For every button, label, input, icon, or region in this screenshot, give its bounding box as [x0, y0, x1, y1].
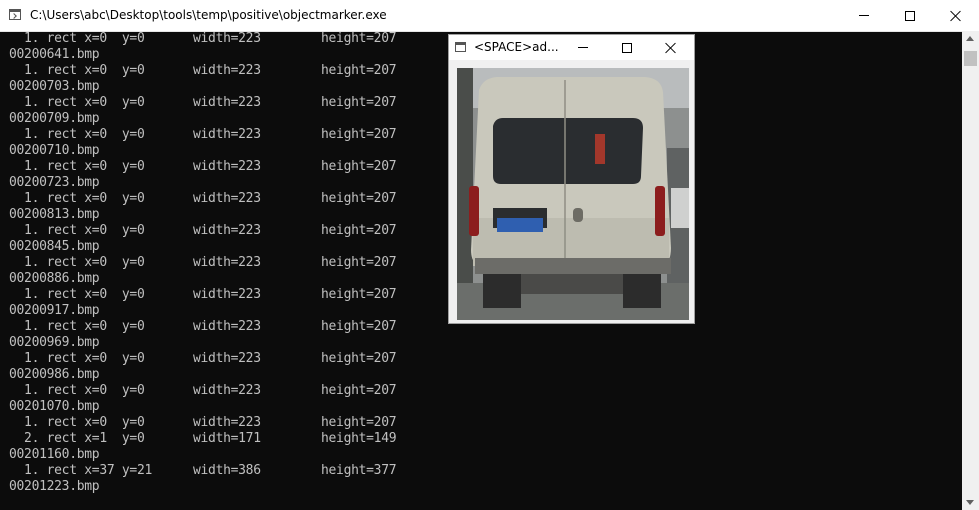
rect-height-text: height=207	[321, 351, 397, 366]
rect-width-text: width=223	[193, 319, 261, 334]
rect-width-text: width=171	[193, 431, 261, 446]
console-app-icon[interactable]	[9, 9, 21, 20]
console-line-text: 00200709.bmp	[9, 111, 100, 126]
console-line-text: 00201070.bmp	[9, 399, 100, 414]
rect-height-text: height=207	[321, 31, 397, 46]
rect-height-text: height=207	[321, 255, 397, 270]
rect-width-text: width=386	[193, 463, 261, 478]
rect-width-text: width=223	[193, 351, 261, 366]
rect-height-text: height=207	[321, 191, 397, 206]
viewer-title-bar[interactable]: <SPACE>ad...	[449, 35, 694, 60]
console-line-text: 2. rect x=1 y=0	[9, 431, 145, 446]
rect-width-text: width=223	[193, 383, 261, 398]
console-line: 00201223.bmp	[9, 479, 959, 495]
rect-height-text: height=207	[321, 287, 397, 302]
console-line-text: 00200703.bmp	[9, 79, 100, 94]
close-icon	[950, 10, 962, 22]
console-line: 1. rect x=37 y=21 width=386 height=377	[9, 463, 959, 479]
rect-width-text: width=223	[193, 415, 261, 430]
console-line-text: 00200917.bmp	[9, 303, 100, 318]
rect-width-text: width=223	[193, 223, 261, 238]
console-line-text: 00200845.bmp	[9, 239, 100, 254]
console-line-text: 00200986.bmp	[9, 367, 100, 382]
viewer-minimize-button[interactable]	[561, 35, 605, 60]
viewer-app-icon[interactable]	[455, 42, 466, 52]
rect-height-text: height=207	[321, 223, 397, 238]
console-line: 1. rect x=0 y=0 width=223 height=207	[9, 415, 959, 431]
console-line-text: 1. rect x=37 y=21	[9, 463, 153, 478]
console-line-text: 1. rect x=0 y=0	[9, 63, 145, 78]
console-line-text: 1. rect x=0 y=0	[9, 255, 145, 270]
maximize-button[interactable]	[887, 0, 933, 31]
maximize-icon	[905, 10, 915, 21]
rect-width-text: width=223	[193, 191, 261, 206]
rect-width-text: width=223	[193, 255, 261, 270]
console-line-text: 00201160.bmp	[9, 447, 100, 462]
rect-height-text: height=149	[321, 431, 397, 446]
window-title: C:\Users\abc\Desktop\tools\temp\positive…	[30, 8, 387, 22]
rect-height-text: height=207	[321, 383, 397, 398]
console-line: 2. rect x=1 y=0 width=171 height=149	[9, 431, 959, 447]
viewer-close-button[interactable]	[649, 35, 693, 60]
scrollbar-thumb[interactable]	[964, 51, 977, 66]
rect-width-text: width=223	[193, 95, 261, 110]
rect-height-text: height=207	[321, 415, 397, 430]
console-line-text: 1. rect x=0 y=0	[9, 159, 145, 174]
van-rear-photo[interactable]	[457, 68, 689, 320]
scroll-up-arrow-icon[interactable]	[966, 36, 974, 41]
rect-height-text: height=207	[321, 95, 397, 110]
maximize-icon	[622, 42, 632, 53]
console-line-text: 1. rect x=0 y=0	[9, 287, 145, 302]
scroll-down-arrow-icon[interactable]	[966, 500, 974, 505]
rect-height-text: height=207	[321, 159, 397, 174]
console-line-text: 1. rect x=0 y=0	[9, 415, 145, 430]
rect-width-text: width=223	[193, 127, 261, 142]
console-line-text: 00200723.bmp	[9, 175, 100, 190]
console-line-text: 00200641.bmp	[9, 47, 100, 62]
rect-width-text: width=223	[193, 159, 261, 174]
console-line: 00201160.bmp	[9, 447, 959, 463]
rect-width-text: width=223	[193, 63, 261, 78]
console-line-text: 1. rect x=0 y=0	[9, 383, 145, 398]
console-line: 1. rect x=0 y=0 width=223 height=207	[9, 351, 959, 367]
image-viewer-window[interactable]: <SPACE>ad...	[448, 34, 695, 324]
minimize-button[interactable]	[841, 0, 887, 31]
console-line-text: 00201223.bmp	[9, 479, 100, 494]
console-line-text: 00200886.bmp	[9, 271, 100, 286]
rect-width-text: width=223	[193, 31, 261, 46]
console-line-text: 1. rect x=0 y=0	[9, 319, 145, 334]
console-line-text: 00200710.bmp	[9, 143, 100, 158]
rect-width-text: width=223	[193, 287, 261, 302]
close-icon	[665, 42, 677, 54]
van-illustration	[457, 68, 689, 320]
rect-height-text: height=207	[321, 63, 397, 78]
rect-height-text: height=377	[321, 463, 397, 478]
console-line-text: 1. rect x=0 y=0	[9, 95, 145, 110]
console-line: 1. rect x=0 y=0 width=223 height=207	[9, 383, 959, 399]
viewer-maximize-button[interactable]	[605, 35, 649, 60]
rect-height-text: height=207	[321, 319, 397, 334]
minimize-icon	[859, 15, 869, 16]
close-button[interactable]	[933, 0, 979, 31]
console-line-text: 1. rect x=0 y=0	[9, 127, 145, 142]
console-line: 00201070.bmp	[9, 399, 959, 415]
console-line: 00200986.bmp	[9, 367, 959, 383]
minimize-icon	[578, 47, 588, 48]
console-line-text: 00200969.bmp	[9, 335, 100, 350]
console-line-text: 1. rect x=0 y=0	[9, 191, 145, 206]
console-line-text: 1. rect x=0 y=0	[9, 31, 145, 46]
console-line-text: 00200813.bmp	[9, 207, 100, 222]
console-title-bar[interactable]: C:\Users\abc\Desktop\tools\temp\positive…	[0, 0, 979, 32]
console-line-text: 1. rect x=0 y=0	[9, 351, 145, 366]
rect-height-text: height=207	[321, 127, 397, 142]
viewer-title: <SPACE>ad...	[474, 40, 559, 54]
console-line: 00200969.bmp	[9, 335, 959, 351]
console-line-text: 1. rect x=0 y=0	[9, 223, 145, 238]
vertical-scrollbar[interactable]	[962, 31, 979, 510]
